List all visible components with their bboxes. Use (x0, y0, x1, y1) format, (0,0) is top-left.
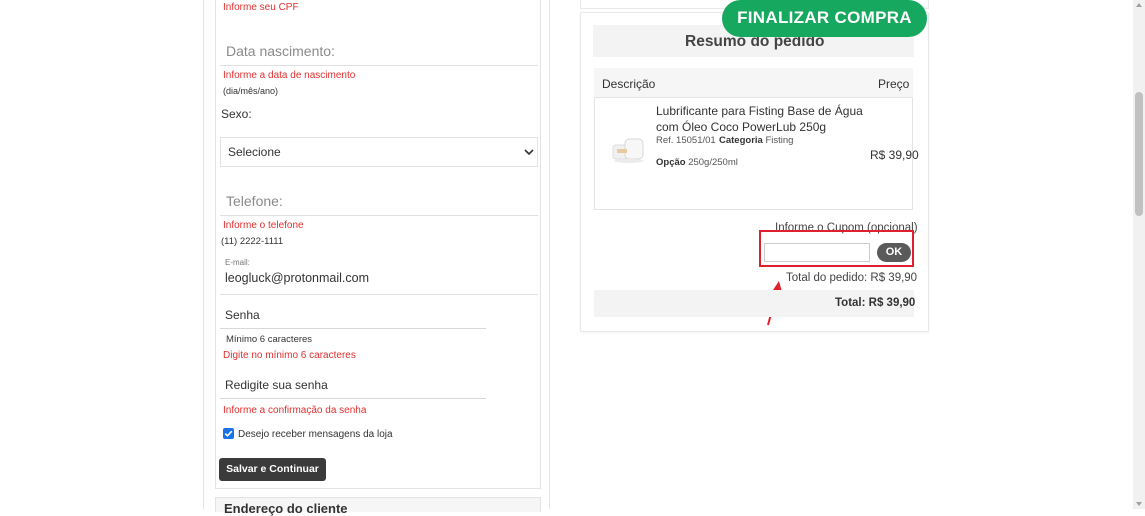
sex-select-value: Selecione (228, 145, 281, 159)
product-thumbnail (612, 138, 644, 163)
password-hint: Mínimo 6 caracteres (226, 334, 313, 345)
email-value: leogluck@protonmail.com (225, 271, 370, 285)
password-input[interactable]: Senha (220, 301, 486, 329)
phone-input[interactable]: Telefone: (220, 186, 538, 216)
birthdate-input[interactable]: Data nascimento: (220, 36, 538, 66)
sex-label: Sexo: (221, 107, 252, 121)
total-label: Total: (835, 297, 866, 309)
finalize-purchase-button[interactable]: FINALIZAR COMPRA (722, 0, 927, 37)
product-name-link[interactable]: Lubrificante para Fisting Base de Água c… (656, 103, 866, 135)
newsletter-label: Desejo receber mensagens da loja (238, 429, 393, 440)
birthdate-error: Informe a data de nascimento (223, 70, 356, 81)
address-section-header[interactable]: Endereço do cliente (215, 497, 541, 516)
product-price: R$ 39,90 (870, 148, 919, 162)
subtotal-row: Total do pedido: R$ 39,90 (786, 272, 917, 284)
center-column-guide (549, 0, 550, 509)
password-confirm-input[interactable]: Redigite sua senha (220, 371, 486, 399)
password-confirm-error: Informe a confirmação da senha (223, 405, 367, 416)
cpf-error: Informe seu CPF (223, 2, 299, 13)
phone-hint: (11) 2222-1111 (221, 236, 284, 247)
col-price: Preço (878, 77, 910, 91)
birthdate-hint: (dia/mês/ano) (223, 86, 279, 96)
scroll-down-icon[interactable] (1133, 499, 1145, 509)
sex-select[interactable]: Selecione (220, 137, 538, 167)
option-label: Opção (656, 157, 686, 168)
subtotal-value: R$ 39,90 (870, 272, 918, 284)
phone-error: Informe o telefone (223, 220, 304, 231)
left-column-guide (203, 0, 204, 509)
category-value: Fisting (765, 135, 794, 146)
product-ref: Ref. 15051/01 (656, 135, 716, 146)
save-continue-button[interactable]: Salvar e Continuar (219, 458, 326, 481)
total-value: R$ 39,90 (868, 297, 916, 309)
email-field[interactable]: E-mail: leogluck@protonmail.com (220, 255, 538, 295)
scrollbar-track[interactable] (1133, 0, 1145, 509)
total-row: Total: R$ 39,90 (835, 297, 915, 309)
product-option: Opção 250g/250ml (656, 157, 738, 168)
password-error: Digite no mínimo 6 caracteres (223, 350, 356, 361)
product-category: Categoria Fisting (719, 135, 793, 146)
category-label: Categoria (719, 135, 763, 146)
scroll-up-icon[interactable] (1133, 0, 1145, 10)
chevron-down-icon (524, 149, 534, 156)
coupon-highlight-box (759, 230, 914, 267)
newsletter-checkbox[interactable] (223, 428, 234, 439)
email-label: E-mail: (225, 258, 250, 267)
checkmark-icon (224, 430, 233, 437)
col-description: Descrição (602, 77, 656, 91)
subtotal-label: Total do pedido: (786, 272, 868, 284)
option-value: 250g/250ml (688, 157, 738, 168)
scrollbar-thumb[interactable] (1135, 92, 1143, 216)
